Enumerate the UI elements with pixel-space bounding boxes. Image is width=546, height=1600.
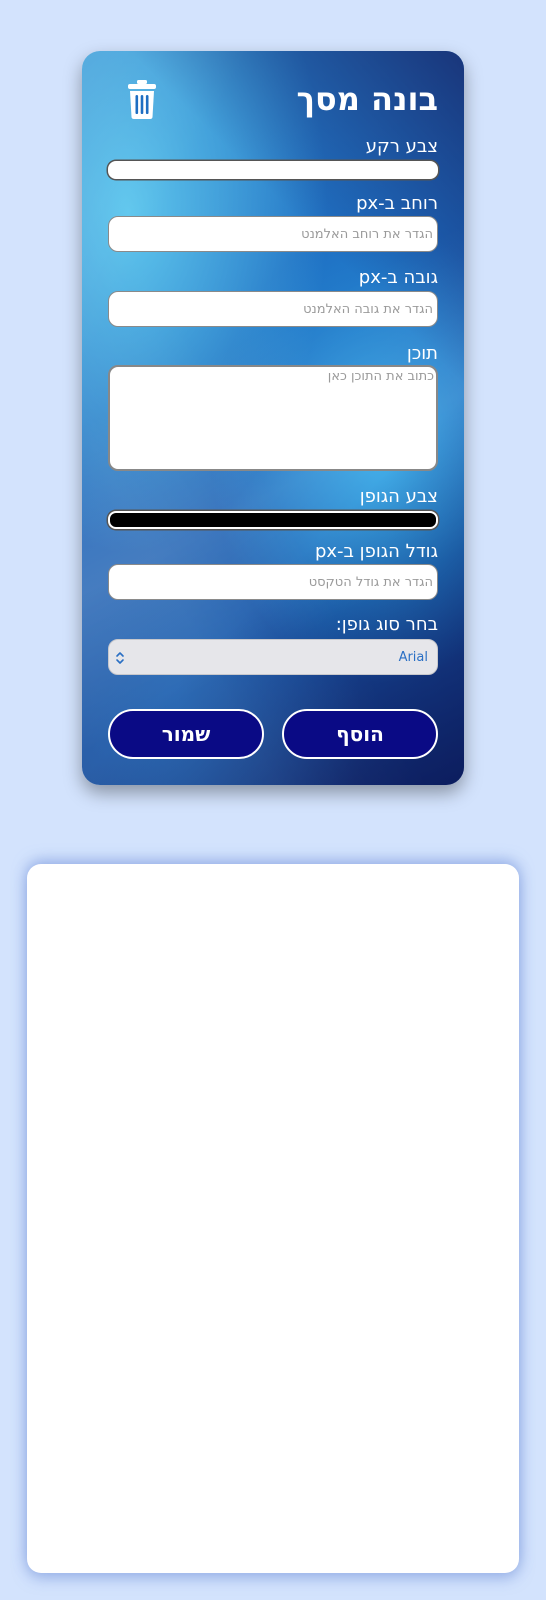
content-textarea[interactable] bbox=[108, 365, 438, 471]
width-input[interactable] bbox=[108, 216, 438, 252]
font-color-label: צבע הגופן bbox=[359, 486, 438, 507]
add-button[interactable]: הוסף bbox=[282, 709, 438, 759]
builder-form: בונה מסך צבע רקע רוחב ב-px גובה ב-px תוכ… bbox=[108, 51, 438, 785]
save-button[interactable]: שמור bbox=[108, 709, 264, 759]
font-color-picker[interactable] bbox=[108, 511, 438, 529]
trash-icon[interactable] bbox=[126, 79, 158, 119]
screen-builder-panel: בונה מסך צבע רקע רוחב ב-px גובה ב-px תוכ… bbox=[82, 51, 464, 785]
bg-color-picker[interactable] bbox=[108, 161, 438, 179]
action-buttons: הוסף שמור bbox=[108, 709, 438, 759]
width-label: רוחב ב-px bbox=[356, 193, 438, 214]
chevron-up-down-icon bbox=[115, 650, 125, 666]
page-title: בונה מסך bbox=[296, 80, 438, 118]
height-input[interactable] bbox=[108, 291, 438, 327]
font-size-input[interactable] bbox=[108, 564, 438, 600]
font-size-label: גודל הגופן ב-px bbox=[314, 541, 438, 562]
preview-canvas bbox=[27, 864, 519, 1573]
font-family-selected-value: Arial bbox=[398, 650, 428, 665]
height-label: גובה ב-px bbox=[358, 267, 438, 288]
content-label: תוכן bbox=[406, 343, 438, 364]
bg-color-label: צבע רקע bbox=[365, 136, 438, 157]
font-family-label: בחר סוג גופן: bbox=[335, 614, 438, 635]
font-family-select[interactable]: Arial bbox=[108, 639, 438, 675]
